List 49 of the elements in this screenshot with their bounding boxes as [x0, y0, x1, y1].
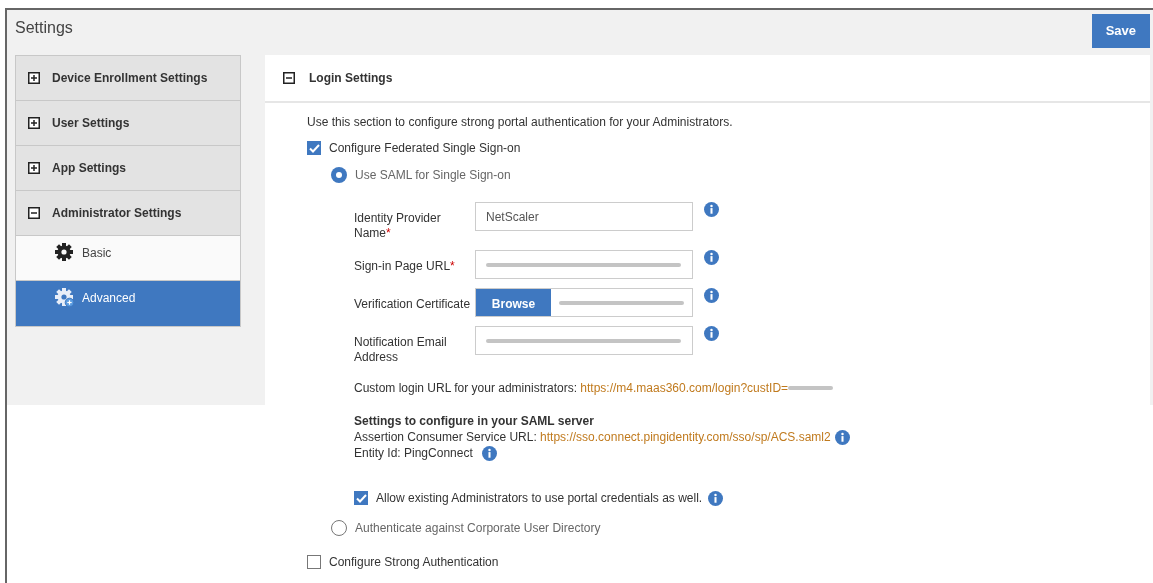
info-icon[interactable] [704, 326, 719, 341]
sidebar-subitem[interactable]: Basic [16, 236, 240, 281]
collapse-icon[interactable] [283, 72, 295, 84]
radio-label: Authenticate against Corporate User Directory [355, 520, 601, 537]
sidebar-subitem[interactable]: Advanced [16, 281, 240, 326]
info-icon[interactable] [708, 490, 724, 506]
gear-icon [54, 242, 74, 262]
input-field[interactable] [475, 326, 693, 355]
entity-id-text: Entity Id: PingConnect [354, 445, 473, 461]
info-icon[interactable] [481, 445, 497, 461]
section-title: Login Settings [309, 70, 393, 87]
acs-label: Assertion Consumer Service URL: [354, 429, 538, 445]
expand-icon[interactable] [28, 72, 40, 84]
input-field[interactable] [475, 250, 693, 279]
info-icon[interactable] [704, 250, 719, 265]
field-label: Sign-in Page URL* [354, 258, 456, 274]
sidebar-item[interactable]: Device Enrollment Settings [16, 56, 240, 101]
browse-button[interactable]: Browse [476, 289, 551, 316]
field-label: Identity Provider Name* [354, 210, 442, 241]
field-label: Verification Certificate [354, 296, 472, 312]
expand-icon[interactable] [28, 162, 40, 174]
checkbox[interactable] [307, 141, 321, 155]
file-field[interactable]: Browse [475, 288, 693, 317]
info-icon[interactable] [704, 288, 719, 303]
checkbox-label: Allow existing Administrators to use portal credentials as well. [376, 490, 703, 507]
input-field[interactable]: NetScaler [475, 202, 693, 231]
checkbox-label: Configure Federated Single Sign-on [329, 140, 521, 157]
login-url-link[interactable]: https://m4.maas360.com/login?custID= [580, 379, 789, 397]
save-button[interactable]: Save [1091, 14, 1150, 48]
sidebar-item[interactable]: App Settings [16, 146, 240, 191]
acs-url-link[interactable]: https://sso.connect.pingidentity.com/sso/sp/ACS.saml2 [540, 429, 831, 445]
radio-button[interactable] [331, 167, 347, 183]
sidebar-item[interactable]: Administrator Settings [16, 191, 240, 236]
radio-label: Use SAML for Single Sign-on [355, 167, 511, 184]
page-title: Settings [15, 18, 73, 38]
expand-icon[interactable] [28, 117, 40, 129]
login-url-text: Custom login URL for your administrators: [354, 380, 578, 397]
saml-heading: Settings to configure in your SAML server [354, 413, 595, 429]
checkbox[interactable] [307, 555, 321, 569]
checkbox-label: Configure Strong Authentication [329, 554, 499, 571]
gear-plus-icon [54, 287, 74, 307]
info-icon[interactable] [834, 429, 850, 445]
description-text: Use this section to configure strong portal authentication for your Administrators. [307, 114, 734, 131]
info-icon[interactable] [704, 202, 719, 217]
sidebar-item[interactable]: User Settings [16, 101, 240, 146]
field-label: Notification Email Address [354, 334, 448, 365]
radio-button[interactable] [331, 520, 347, 536]
collapse-icon[interactable] [28, 207, 40, 219]
checkbox[interactable] [354, 491, 368, 505]
